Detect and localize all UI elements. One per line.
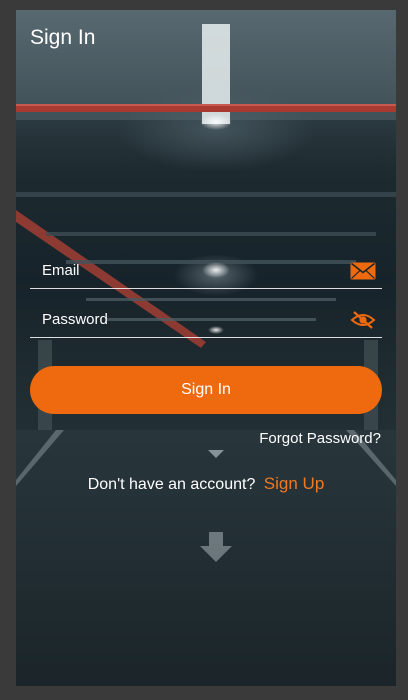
email-field-row	[30, 253, 382, 289]
forgot-password-link[interactable]: Forgot Password?	[259, 430, 381, 447]
signup-prompt: Don't have an account?	[87, 476, 256, 493]
signup-row: Don't have an account? Sign Up	[16, 474, 396, 494]
sign-in-button[interactable]: Sign In	[30, 366, 382, 414]
sign-up-link[interactable]: Sign Up	[264, 474, 324, 493]
password-field[interactable]	[30, 302, 382, 337]
password-field-row	[30, 302, 382, 338]
page-title: Sign In	[30, 26, 96, 49]
eye-off-icon[interactable]	[350, 311, 376, 329]
app-screen: Sign In Sign In Forgot Password? Don't h…	[16, 10, 396, 686]
envelope-icon	[350, 262, 376, 280]
parking-garage-background	[16, 10, 396, 686]
email-field[interactable]	[30, 253, 382, 288]
